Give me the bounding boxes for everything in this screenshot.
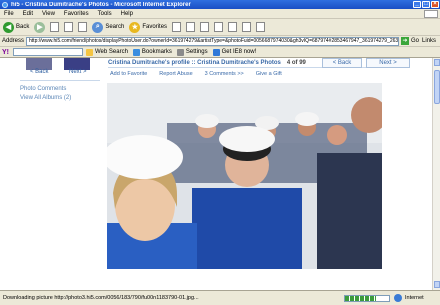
photo-count: 4 of 99 bbox=[286, 59, 306, 66]
go-arrow-icon: ➜ bbox=[400, 37, 409, 45]
forward-button[interactable]: ▶ bbox=[34, 21, 46, 33]
windows-logo-icon bbox=[424, 9, 438, 18]
menu-favorites[interactable]: Favorites bbox=[64, 11, 89, 17]
scroll-down-icon[interactable] bbox=[434, 281, 440, 288]
back-arrow-icon: ◀ bbox=[3, 21, 14, 33]
menu-edit[interactable]: Edit bbox=[23, 11, 33, 17]
standard-toolbar: ◀ Back ▶ ⌕ Search ★ Favorites bbox=[0, 19, 440, 36]
photo-header: Cristina Dumitrache's profile :: Cristin… bbox=[108, 58, 410, 68]
progress-bar bbox=[344, 294, 390, 302]
photo-image bbox=[107, 83, 382, 269]
security-zone: Internet bbox=[394, 294, 440, 302]
get-ie-button[interactable]: Get IE8 now! bbox=[212, 48, 256, 56]
address-bar: Address http://www.hi5.com/friend/photos… bbox=[0, 36, 440, 47]
view-all-albums-link[interactable]: View All Albums (2) bbox=[20, 95, 71, 101]
menu-tools[interactable]: Tools bbox=[98, 11, 112, 17]
minimize-button[interactable]: _ bbox=[413, 1, 421, 8]
yahoo-icon[interactable] bbox=[242, 22, 252, 32]
globe-icon bbox=[394, 294, 402, 302]
messenger-icon[interactable] bbox=[228, 22, 238, 32]
links-button[interactable]: Links bbox=[422, 38, 436, 44]
search-icon bbox=[86, 48, 93, 56]
mail-icon[interactable] bbox=[186, 22, 196, 32]
go-button[interactable]: ➜ Go bbox=[400, 37, 419, 45]
address-label: Address bbox=[2, 38, 25, 44]
back-link[interactable]: < Back bbox=[30, 69, 49, 75]
report-abuse-link[interactable]: Report Abuse bbox=[159, 71, 192, 77]
bookmark-icon bbox=[132, 48, 140, 56]
maximize-button[interactable]: □ bbox=[422, 1, 430, 8]
back-button[interactable]: ◀ Back bbox=[3, 21, 29, 33]
discuss-icon[interactable] bbox=[256, 22, 266, 32]
favorites-button[interactable]: ★ Favorites bbox=[129, 21, 167, 33]
star-icon: ★ bbox=[129, 21, 141, 33]
address-input[interactable]: http://www.hi5.com/friend/photos/display… bbox=[26, 36, 399, 46]
main-photo[interactable] bbox=[107, 83, 382, 269]
bookmarks-button[interactable]: Bookmarks bbox=[132, 48, 172, 56]
settings-button[interactable]: Settings bbox=[176, 48, 208, 56]
scroll-thumb[interactable] bbox=[434, 70, 440, 104]
header-next-button[interactable]: Next > bbox=[366, 58, 410, 68]
comments-link[interactable]: 3 Comments >> bbox=[205, 71, 244, 77]
forward-arrow-icon: ▶ bbox=[34, 21, 46, 33]
next-link[interactable]: Next > bbox=[69, 69, 87, 75]
pencil-icon bbox=[176, 48, 184, 56]
scroll-up-icon[interactable] bbox=[434, 59, 440, 66]
window-title: hi5 - Cristina Dumitrache's Photos - Mic… bbox=[11, 1, 191, 8]
refresh-icon[interactable] bbox=[64, 22, 74, 32]
divider bbox=[20, 80, 100, 81]
photo-actions: Add to Favorite Report Abuse 3 Comments … bbox=[110, 71, 294, 77]
title-bar: hi5 - Cristina Dumitrache's Photos - Mic… bbox=[0, 0, 440, 9]
profile-breadcrumb[interactable]: Cristina Dumitrache's profile :: Cristin… bbox=[108, 60, 281, 66]
vertical-scrollbar[interactable] bbox=[432, 58, 440, 290]
menu-view[interactable]: View bbox=[42, 11, 55, 17]
menu-help[interactable]: Help bbox=[121, 11, 133, 17]
give-gift-link[interactable]: Give a Gift bbox=[256, 71, 282, 77]
progress-fill bbox=[345, 295, 376, 301]
home-icon[interactable] bbox=[78, 22, 88, 32]
internet-explorer-icon bbox=[2, 1, 8, 8]
status-text: Downloading picture http://photo3.hi5.co… bbox=[3, 295, 199, 301]
menu-bar: File Edit View Favorites Tools Help bbox=[0, 9, 440, 19]
history-icon[interactable] bbox=[172, 22, 182, 32]
stop-icon[interactable] bbox=[50, 22, 60, 32]
yahoo-search-input[interactable] bbox=[13, 48, 83, 56]
add-to-favorite-link[interactable]: Add to Favorite bbox=[110, 71, 147, 77]
header-back-button[interactable]: < Back bbox=[322, 58, 362, 68]
menu-file[interactable]: File bbox=[4, 11, 14, 17]
search-button[interactable]: ⌕ Search bbox=[92, 21, 124, 33]
search-icon: ⌕ bbox=[92, 21, 104, 33]
print-icon[interactable] bbox=[200, 22, 210, 32]
yahoo-logo[interactable]: Y! bbox=[2, 49, 9, 56]
internet-explorer-icon bbox=[212, 48, 220, 56]
page-viewport: < Back Next > Photo Comments View All Al… bbox=[0, 58, 432, 290]
yahoo-toolbar: Y! Web Search Bookmarks Settings Get IE8… bbox=[0, 47, 440, 58]
edit-icon[interactable] bbox=[214, 22, 224, 32]
web-search-button[interactable]: Web Search bbox=[86, 48, 128, 56]
close-button[interactable]: × bbox=[431, 1, 439, 8]
photo-comments-link[interactable]: Photo Comments bbox=[20, 86, 66, 92]
status-bar: Downloading picture http://photo3.hi5.co… bbox=[0, 290, 440, 305]
